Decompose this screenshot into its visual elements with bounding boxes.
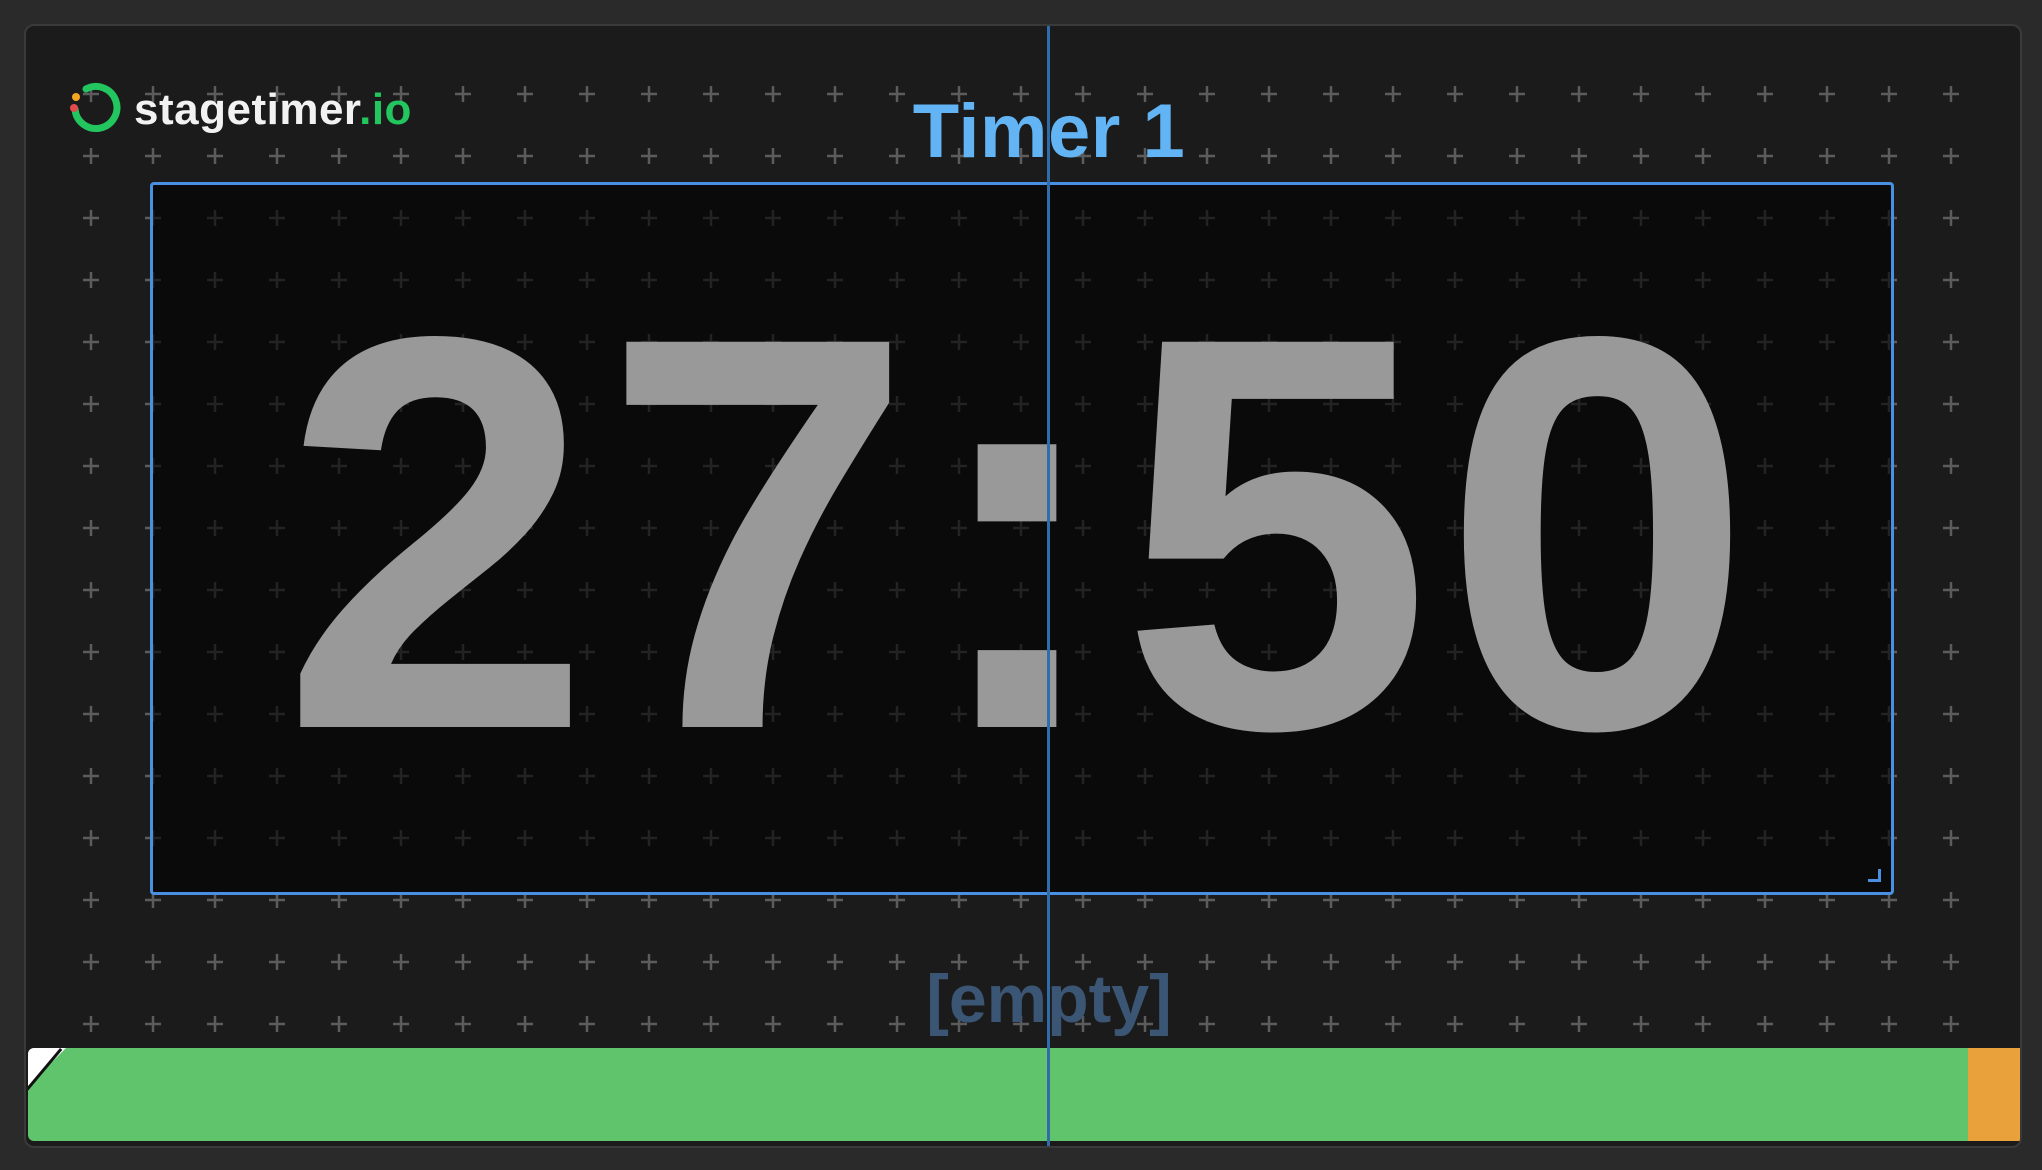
progress-bar: [28, 1048, 2020, 1141]
timer-display-box[interactable]: 27:50: [150, 182, 1894, 895]
timer-digits: 27:50: [280, 220, 1764, 846]
center-guide-line: [1047, 26, 1050, 1146]
timer-viewer: stagetimer.io Timer 1 27:50 [empty]: [24, 24, 2022, 1148]
progress-warning-zone: [1967, 1048, 2020, 1141]
message-text: [empty]: [926, 961, 1172, 1037]
resize-handle[interactable]: [1868, 869, 1881, 882]
timer-title: Timer 1: [912, 89, 1186, 174]
